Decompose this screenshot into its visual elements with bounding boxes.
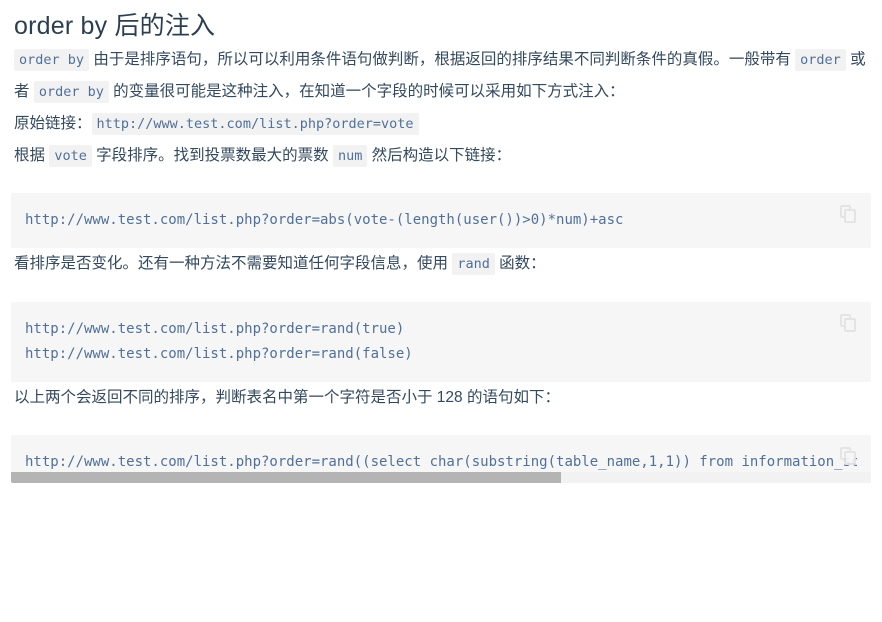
compare-result-text: 以上两个会返回不同的排序，判断表名中第一个字符是否小于 128 的语句如下： [14, 388, 560, 406]
copy-icon[interactable] [840, 446, 857, 466]
copy-icon-sheet-front [844, 450, 856, 465]
sort-by-text-3: 然后构造以下链接： [367, 146, 512, 164]
paragraph-intro-text-3: 的变量很可能是这种注入，在知道一个字段的时候可以采用如下方式注入： [108, 82, 625, 100]
check-change-text-2: 函数： [494, 254, 546, 272]
inline-code-order-by-1: order by [14, 48, 90, 71]
page-title: order by 后的注入 [14, 12, 216, 40]
paragraph-check-order-change: 看排序是否变化。还有一种方法不需要知道任何字段信息，使用 rand 函数： [11, 248, 871, 280]
code-block-rand-boolean-injection: http://www.test.com/list.php?order=rand(… [11, 301, 871, 382]
inline-code-order-by-2: order by [33, 80, 109, 103]
paragraph-intro-text-1: 由于是排序语句，所以可以利用条件语句做判断，根据返回的排序结果不同判断条件的真假… [89, 50, 796, 68]
horizontal-scrollbar-track[interactable] [11, 471, 871, 483]
code-content[interactable]: http://www.test.com/list.php?order=rand(… [25, 317, 857, 367]
copy-icon[interactable] [840, 204, 857, 224]
code-block-abs-order-injection: http://www.test.com/list.php?order=abs(v… [11, 192, 871, 248]
paragraph-compare-result: 以上两个会返回不同的排序，判断表名中第一个字符是否小于 128 的语句如下： [11, 382, 871, 413]
horizontal-scrollbar-thumb[interactable] [11, 471, 562, 483]
code-content[interactable]: http://www.test.com/list.php?order=abs(v… [25, 208, 857, 233]
copy-icon-sheet-front [844, 317, 856, 332]
original-link-label: 原始链接： [14, 114, 92, 132]
inline-code-rand: rand [452, 252, 495, 275]
inline-code-num: num [332, 144, 368, 167]
sort-by-text-1: 根据 [14, 146, 50, 164]
paragraph-original-link: 原始链接： http://www.test.com/list.php?order=… [11, 108, 871, 140]
inline-code-vote: vote [49, 144, 92, 167]
inline-code-order: order [795, 48, 846, 71]
check-change-text-1: 看排序是否变化。还有一种方法不需要知道任何字段信息，使用 [14, 254, 453, 272]
copy-icon[interactable] [840, 313, 857, 333]
copy-icon-sheet-front [844, 208, 856, 223]
inline-code-original-url: http://www.test.com/list.php?order=vote [91, 112, 419, 135]
paragraph-sort-by: 根据 vote 字段排序。找到投票数最大的票数 num 然后构造以下链接： [11, 140, 871, 172]
code-block-rand-substring-injection: http://www.test.com/list.php?order=rand(… [11, 434, 871, 483]
paragraph-intro: order by 由于是排序语句，所以可以利用条件语句做判断，根据返回的排序结果… [11, 44, 871, 108]
sort-by-text-2: 字段排序。找到投票数最大的票数 [91, 146, 333, 164]
document-page: order by 后的注入 order by 由于是排序语句，所以可以利用条件语… [0, 0, 882, 622]
